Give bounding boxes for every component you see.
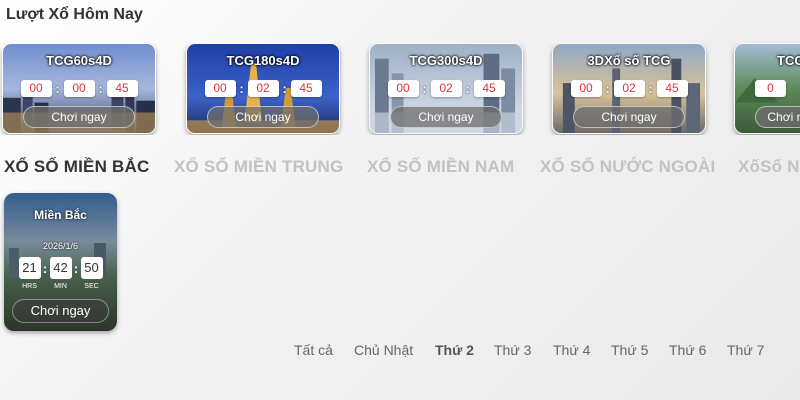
day-filter-tabs: Tất cả Chủ Nhật Thứ 2 Thứ 3 Thứ 4 Thứ 5 … [0, 342, 800, 362]
tab-mien-nam[interactable]: XỔ SỐ MIỀN NAM [367, 157, 514, 177]
timer-minutes: 02 [247, 80, 279, 97]
tab-nuoc-ngoai[interactable]: XỔ SỐ NƯỚC NGOÀI [540, 157, 715, 177]
region-tabs: XỔ SỐ MIỀN BẮC XỔ SỐ MIỀN TRUNG XỔ SỐ MI… [0, 157, 800, 181]
countdown-timer: 21 : 42 : 50 [4, 257, 117, 279]
timer-seconds: 45 [290, 80, 322, 97]
timer-minutes: 42 [49, 257, 72, 279]
game-cards-row: TCG60s4D 00 : 00 : 45 Chơi ngay TCG180s4… [0, 43, 800, 135]
sec-label: SEC [84, 283, 99, 290]
timer-hours: 21 [18, 257, 41, 279]
timer-unit-labels: HRS MIN SEC [4, 283, 117, 290]
play-now-button[interactable]: Chơi ngay [390, 106, 502, 128]
play-now-button[interactable]: Chơi ngay [207, 106, 319, 128]
timer-seconds: 45 [656, 80, 688, 97]
game-card-tcg300s4d[interactable]: TCG300s4D 00 : 02 : 45 Chơi ngay [369, 43, 523, 134]
game-name: TCG300s4D [409, 53, 483, 68]
game-name: TCG [777, 53, 800, 68]
hrs-label: HRS [22, 283, 37, 290]
tab-xoso-ni[interactable]: XốSố NI [738, 157, 800, 177]
timer-separator: : [239, 81, 244, 96]
countdown-timer: 0 [735, 80, 800, 97]
timer-separator: : [55, 81, 60, 96]
timer-minutes: 02 [430, 80, 462, 97]
tab-wednesday[interactable]: Thứ 4 [553, 342, 590, 358]
tab-saturday[interactable]: Thứ 7 [727, 342, 764, 358]
timer-seconds: 45 [473, 80, 505, 97]
play-now-button[interactable]: Chơi ngay [12, 299, 109, 323]
countdown-timer: 00 : 02 : 45 [187, 80, 339, 97]
tab-monday[interactable]: Thứ 2 [435, 342, 474, 358]
timer-separator: : [422, 81, 427, 96]
mien-bac-card[interactable]: Miền Bắc 2026/1/6 21 : 42 : 50 HRS MIN S… [4, 193, 117, 331]
section-title: Lượt Xổ Hôm Nay [6, 6, 143, 23]
tab-mien-trung[interactable]: XỔ SỐ MIỀN TRUNG [174, 157, 343, 177]
min-label: MIN [54, 283, 67, 290]
tab-mien-bac[interactable]: XỔ SỐ MIỀN BẮC [4, 157, 149, 177]
timer-hours: 00 [387, 80, 419, 97]
game-name: TCG180s4D [226, 53, 300, 68]
play-now-button[interactable]: Chơi ngay [573, 106, 685, 128]
timer-separator: : [648, 81, 653, 96]
play-now-button[interactable]: Chơi ngay [755, 106, 800, 128]
timer-seconds: 50 [80, 257, 103, 279]
countdown-timer: 00 : 02 : 45 [370, 80, 522, 97]
play-now-button[interactable]: Chơi ngay [23, 106, 135, 128]
game-card-tcg60s4d[interactable]: TCG60s4D 00 : 00 : 45 Chơi ngay [2, 43, 156, 134]
game-card-tcg-partial[interactable]: TCG 0 Chơi ngay [734, 43, 800, 134]
tab-tuesday[interactable]: Thứ 3 [494, 342, 531, 358]
game-card-tcg180s4d[interactable]: TCG180s4D 00 : 02 : 45 Chơi ngay [186, 43, 340, 134]
countdown-timer: 00 : 02 : 45 [553, 80, 705, 97]
tab-all[interactable]: Tất cả [294, 342, 333, 358]
timer-separator: : [42, 260, 48, 276]
tab-sunday[interactable]: Chủ Nhật [354, 342, 413, 358]
timer-hours: 00 [204, 80, 236, 97]
game-name: 3DXổ số TCG [587, 53, 671, 68]
timer-separator: : [465, 81, 470, 96]
timer-minutes: 00 [63, 80, 95, 97]
timer-separator: : [73, 260, 79, 276]
timer-minutes: 02 [613, 80, 645, 97]
region-title: Miền Bắc [34, 208, 87, 222]
game-name: TCG60s4D [46, 53, 112, 68]
draw-date: 2026/1/6 [42, 241, 79, 251]
tab-friday[interactable]: Thứ 6 [669, 342, 706, 358]
game-card-3d-xo-so-tcg[interactable]: 3DXổ số TCG 00 : 02 : 45 Chơi ngay [552, 43, 706, 134]
timer-separator: : [282, 81, 287, 96]
timer-separator: : [98, 81, 103, 96]
timer-hours: 00 [570, 80, 602, 97]
timer-hours: 0 [755, 80, 786, 97]
timer-hours: 00 [20, 80, 52, 97]
timer-seconds: 45 [106, 80, 138, 97]
countdown-timer: 00 : 00 : 45 [3, 80, 155, 97]
tab-thursday[interactable]: Thứ 5 [611, 342, 648, 358]
timer-separator: : [605, 81, 610, 96]
